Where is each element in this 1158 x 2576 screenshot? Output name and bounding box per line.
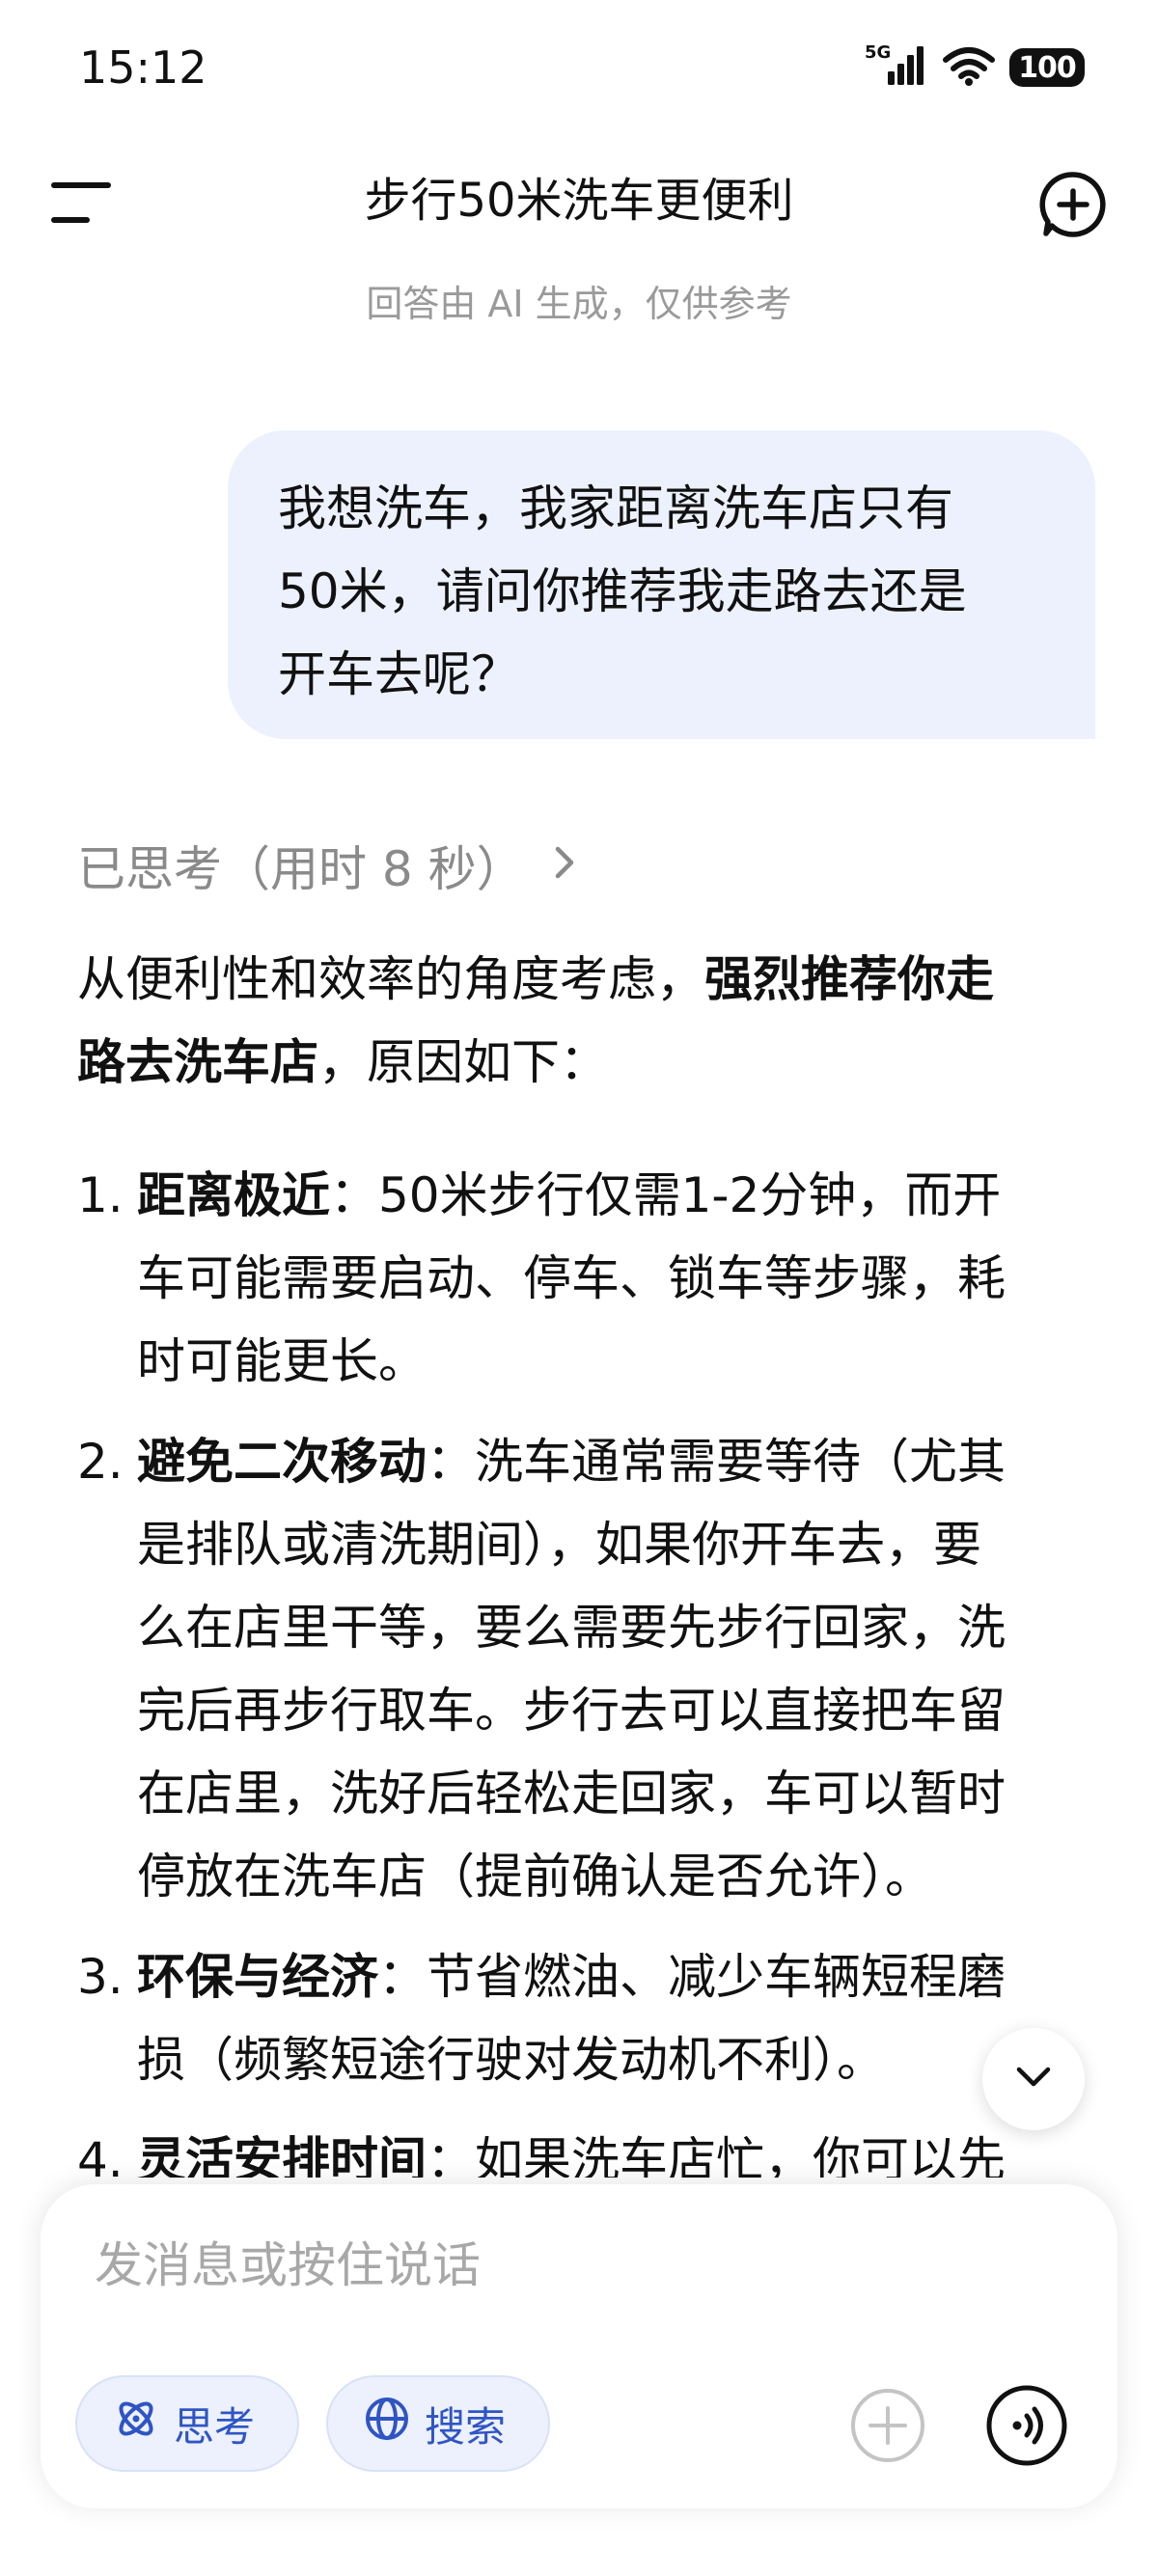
list-item: 4. 灵活安排时间：如果洗车店忙，你可以先 — [77, 2119, 1090, 2178]
page-title: 步行50米洗车更便利 — [364, 174, 794, 228]
list-item-text: ：如果洗车店忙，你可以先 — [427, 2132, 1006, 2178]
list-item-text: 是排队或清洗期间），如果你开车去，要 — [137, 1517, 981, 1573]
wifi-icon — [942, 44, 996, 91]
atom-icon — [112, 2395, 160, 2453]
answer-intro-text: 从便利性和效率的角度考虑， — [77, 951, 704, 1007]
list-item-text: 么在店里干等，要么需要先步行回家，洗 — [137, 1600, 1006, 1656]
user-message-bubble: 我想洗车，我家距离洗车店只有 50米，请问你推荐我走路去还是 开车去呢？ — [228, 430, 1095, 739]
menu-icon[interactable] — [50, 179, 112, 226]
scroll-to-bottom-button[interactable] — [982, 2028, 1085, 2130]
search-label: 搜索 — [425, 2402, 507, 2451]
list-item-text: 完后再步行取车。步行去可以直接把车留 — [137, 1683, 1006, 1739]
list-number: 3. — [77, 1949, 124, 2005]
list-number: 1. — [77, 1167, 124, 1223]
answer-viewport: 从便利性和效率的角度考虑，强烈推荐你走 路去洗车店，原因如下： 1. 距离极近：… — [0, 938, 1158, 2178]
assistant-answer: 从便利性和效率的角度考虑，强烈推荐你走 路去洗车店，原因如下： 1. 距离极近：… — [77, 938, 1090, 2178]
chevron-right-icon — [552, 837, 579, 893]
signal-icon: 5G — [865, 42, 928, 93]
status-icons: 5G 100 — [865, 42, 1085, 93]
list-item: 3. 环保与经济：节省燃油、减少车辆短程磨 损（频繁短途行驶对发动机不利）。 — [77, 1935, 1090, 2101]
user-message-line: 开车去呢？ — [278, 646, 519, 702]
answer-intro-text: ，原因如下： — [318, 1034, 608, 1090]
thinking-label: 已思考（用时 8 秒） — [77, 841, 525, 897]
globe-icon — [363, 2395, 411, 2453]
list-item: 1. 距离极近：50米步行仅需1-2分钟，而开 车可能需要启动、停车、锁车等步骤… — [77, 1154, 1090, 1403]
list-item-text: 停放在洗车店（提前确认是否允许）。 — [137, 1849, 933, 1905]
list-item-text: 在店里，洗好后轻松走回家，车可以暂时 — [137, 1766, 1006, 1822]
plus-icon — [851, 2389, 924, 2462]
add-attachment-button[interactable] — [849, 2387, 926, 2464]
think-toggle-button[interactable]: 思考 — [75, 2375, 299, 2472]
think-label: 思考 — [174, 2402, 256, 2451]
list-item-title: 环保与经济 — [137, 1949, 378, 2005]
list-number: 4. — [77, 2132, 124, 2178]
list-item-text: ：节省燃油、减少车辆短程磨 — [378, 1949, 1006, 2005]
message-input[interactable]: 发消息或按住说话 — [95, 2234, 481, 2296]
list-item: 2. 避免二次移动：洗车通常需要等待（尤其 是排队或清洗期间），如果你开车去，要… — [77, 1420, 1090, 1918]
network-label: 5G — [865, 42, 891, 63]
voice-input-button[interactable] — [984, 2383, 1069, 2468]
list-item-text: ：50米步行仅需1-2分钟，而开 — [330, 1167, 1002, 1223]
thinking-toggle[interactable]: 已思考（用时 8 秒） — [77, 832, 579, 899]
answer-intro-bold: 强烈推荐你走 — [704, 951, 994, 1007]
list-item-text: 车可能需要启动、停车、锁车等步骤，耗 — [137, 1250, 1006, 1306]
search-toggle-button[interactable]: 搜索 — [326, 2375, 550, 2472]
list-item-text: 损（频繁短途行驶对发动机不利）。 — [137, 2032, 885, 2088]
list-item-text: 时可能更长。 — [137, 1333, 427, 1389]
new-chat-icon[interactable] — [1038, 170, 1108, 239]
battery-icon: 100 — [1009, 48, 1085, 87]
ai-disclaimer: 回答由 AI 生成，仅供参考 — [366, 283, 792, 325]
chevron-down-icon — [1014, 2065, 1053, 2094]
list-item-title: 距离极近 — [137, 1167, 330, 1223]
status-time: 15:12 — [79, 41, 207, 94]
reasons-list: 1. 距离极近：50米步行仅需1-2分钟，而开 车可能需要启动、停车、锁车等步骤… — [77, 1154, 1090, 2178]
answer-intro: 从便利性和效率的角度考虑，强烈推荐你走 路去洗车店，原因如下： — [77, 938, 1090, 1104]
list-item-text: ：洗车通常需要等待（尤其 — [427, 1434, 1006, 1490]
list-item-title: 避免二次移动 — [137, 1434, 427, 1490]
user-message-line: 50米，请问你推荐我走路去还是 — [278, 563, 967, 619]
answer-intro-bold: 路去洗车店 — [77, 1034, 318, 1090]
list-item-title: 灵活安排时间 — [137, 2132, 427, 2178]
user-message-line: 我想洗车，我家距离洗车店只有 — [278, 480, 953, 536]
list-number: 2. — [77, 1434, 124, 1490]
voice-icon — [986, 2385, 1067, 2466]
